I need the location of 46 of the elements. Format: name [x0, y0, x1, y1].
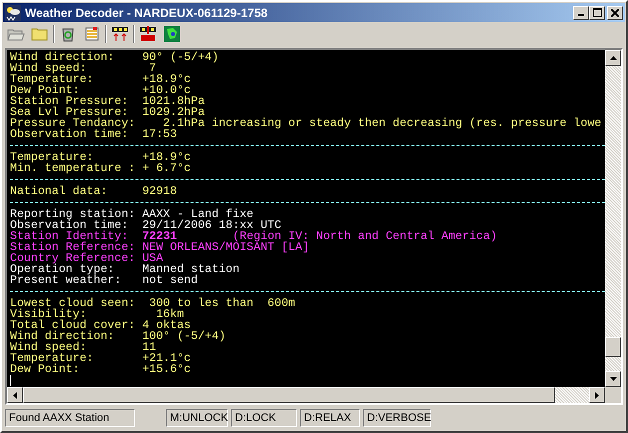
vertical-scrollbar[interactable]: [605, 50, 621, 387]
scrollbar-thumb[interactable]: [605, 337, 621, 357]
sun-cloud-icon: [5, 4, 21, 20]
output-line: National data: 92918: [10, 186, 178, 197]
status-indicator: D:RELAX: [300, 409, 360, 427]
output-line: Station Pressure: 1021.8hPa: [10, 96, 206, 107]
output-line: Station Reference: NEW ORLEANS/MOISANT [LA]: [10, 242, 310, 253]
output-line: Dew Point: +15.6°c: [10, 364, 192, 375]
output-line: Wind direction: 100° (-5/+4): [10, 331, 227, 342]
output-line: Operation type: Manned station: [10, 264, 241, 275]
output-line: Temperature: +18.9°c: [10, 74, 192, 85]
output-line: Station Identity: 72231 (Region IV: North and Central America): [10, 231, 498, 242]
text-cursor: [10, 375, 11, 386]
output-line: Total cloud cover: 4 oktas: [10, 320, 191, 331]
output-line: Wind direction: 90° (-5/+4): [10, 52, 220, 63]
minimize-button[interactable]: [573, 6, 589, 20]
status-message: Found AAXX Station: [5, 409, 135, 427]
status-indicator: M:UNLOCK: [166, 409, 228, 427]
right-arrow-icon[interactable]: [595, 392, 599, 398]
output-line: Dew Point: +10.0°c: [10, 85, 191, 96]
output-line: Observation time: 17:53: [10, 129, 178, 140]
status-indicator: D:LOCK: [231, 409, 297, 427]
output-line: Pressure Tendancy: 2.1hPa increasing or steady then decreasing (res. pressure lowe: [10, 118, 602, 129]
up-arrow-icon[interactable]: [610, 56, 616, 60]
maximize-button[interactable]: [589, 6, 605, 20]
output-line: Lowest cloud seen: 300 to les than 600m: [10, 298, 296, 309]
output-line: Min. temperature : + 6.7°c: [10, 163, 192, 174]
map-icon[interactable]: [161, 23, 183, 45]
window-title: Weather Decoder - NARDEUX-061129-1758: [25, 6, 269, 20]
left-arrow-icon[interactable]: [13, 392, 17, 398]
status-indicator: D:VERBOSE: [363, 409, 431, 427]
output-line: Sea Lvl Pressure: 1029.2hPa: [10, 107, 206, 118]
output-line: Wind speed: 7: [10, 63, 156, 74]
output-line: Temperature: +18.9°c: [10, 152, 192, 163]
output-line: Visibility: 16km: [10, 309, 184, 320]
output-line: Present weather: not send: [10, 275, 199, 286]
maximize-icon: [592, 8, 602, 17]
output-line: Reporting station: AAXX - Land fixe: [10, 209, 255, 220]
down-arrow-icon[interactable]: [610, 377, 616, 381]
close-icon: [611, 8, 619, 16]
minimize-icon: [578, 14, 584, 16]
output-line: Wind speed: 11: [10, 342, 156, 353]
close-button[interactable]: [607, 6, 623, 20]
output-line: Country Reference: USA: [10, 253, 164, 264]
output-line: Temperature: +21.1°c: [10, 353, 192, 364]
output-line: Observation time: 29/11/2006 18:xx UTC: [10, 220, 282, 231]
